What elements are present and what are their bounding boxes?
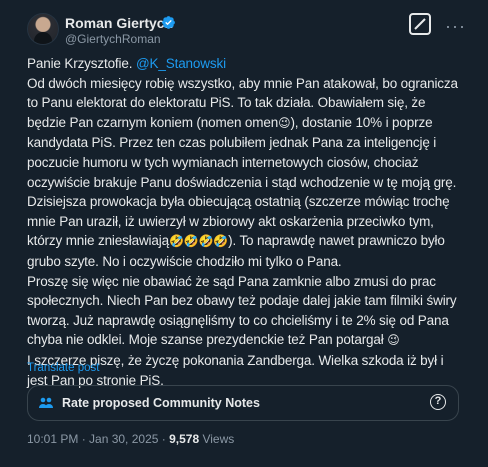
timestamp[interactable]: 10:01 PM · Jan 30, 2025 ·	[27, 432, 169, 446]
laughing-emoji: 🤣🤣🤣🤣	[168, 234, 229, 249]
post-text: Panie Krzysztofie. @K_Stanowski Od dwóch…	[27, 54, 467, 390]
views-count: 9,578	[169, 432, 200, 446]
views-label: Views	[199, 432, 235, 446]
post-paragraph-1b: ), dostanie 10% i poprze kandydata PiS. …	[27, 114, 457, 249]
verified-badge-icon	[162, 16, 175, 29]
help-icon[interactable]: ?	[430, 394, 446, 410]
wink-emoji-2: 😉	[387, 333, 400, 348]
post-card: Roman Giertych @GiertychRoman ··· Panie …	[0, 0, 488, 467]
mention-link[interactable]: @K_Stanowski	[136, 56, 226, 71]
avatar[interactable]	[27, 13, 59, 45]
post-meta: 10:01 PM · Jan 30, 2025 · 9,578 Views	[27, 432, 234, 446]
greeting: Panie Krzysztofie.	[27, 56, 133, 71]
author-handle[interactable]: @GiertychRoman	[65, 32, 161, 46]
more-icon[interactable]: ···	[445, 16, 466, 37]
translate-link[interactable]: Translate post	[27, 362, 99, 374]
author-name[interactable]: Roman Giertych	[65, 15, 173, 31]
grok-icon[interactable]	[409, 13, 431, 35]
community-notes-icon	[39, 397, 53, 408]
community-notes-button[interactable]: Rate proposed Community Notes ?	[27, 385, 459, 421]
community-notes-label: Rate proposed Community Notes	[62, 396, 260, 410]
wink-emoji: 😉	[278, 115, 291, 130]
